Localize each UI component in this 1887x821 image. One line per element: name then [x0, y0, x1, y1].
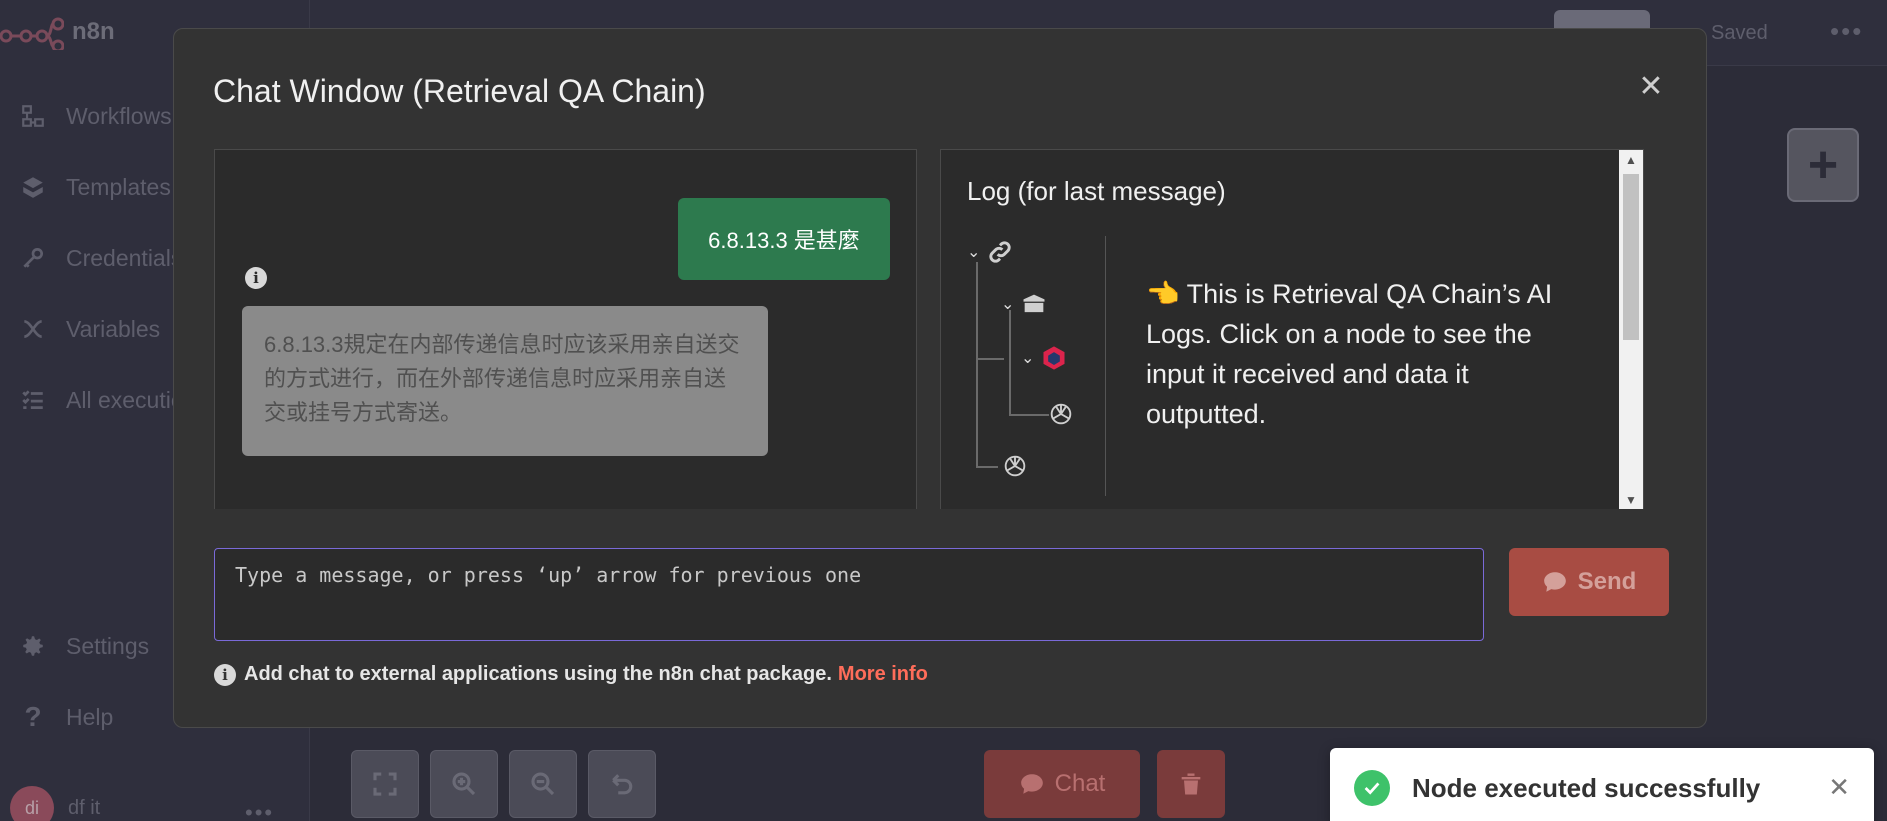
list-icon — [18, 385, 48, 415]
zoom-in-button[interactable] — [430, 750, 498, 818]
tree-line — [976, 262, 978, 468]
tree-line — [1009, 310, 1011, 414]
footer-text: Add chat to external applications using … — [244, 663, 832, 685]
tree-line — [976, 466, 998, 468]
user-message: 6.8.13.3 是甚麼 — [678, 198, 890, 280]
tree-line — [1009, 414, 1049, 416]
chat-messages-pane[interactable]: 6.8.13.3 是甚麼 i 6.8.13.3規定在内部传递信息时应该采用亲自送… — [214, 149, 917, 509]
more-info-link[interactable]: More info — [838, 663, 928, 686]
bot-message: 6.8.13.3規定在内部传递信息时应该采用亲自送交的方式进行，而在外部传递信息… — [242, 306, 768, 456]
n8n-logo-icon — [0, 17, 64, 50]
zoom-in-icon — [452, 772, 476, 796]
chat-package-note: i Add chat to external applications usin… — [214, 663, 928, 686]
trash-icon — [1181, 773, 1201, 795]
fullscreen-icon — [373, 772, 397, 796]
tree-line — [976, 358, 1004, 360]
reset-zoom-button[interactable] — [588, 750, 656, 818]
close-toast-icon[interactable]: ✕ — [1828, 772, 1850, 803]
box-icon — [1023, 294, 1045, 313]
chevron-down-icon: ⌄ — [1001, 296, 1015, 313]
scroll-down-icon[interactable]: ▼ — [1619, 490, 1643, 509]
tree-node-vector-store[interactable]: ⌄ — [1021, 344, 1068, 372]
sidebar-item-templates[interactable]: Templates — [18, 167, 171, 207]
saved-status: Saved — [1711, 22, 1768, 44]
sidebar-item-label: Credentials — [66, 244, 183, 271]
send-button[interactable]: Send — [1509, 548, 1669, 616]
message-input[interactable] — [214, 548, 1484, 641]
tree-node-qa-chain[interactable]: ⌄ — [967, 238, 1014, 266]
sidebar-item-workflows[interactable]: Workflows — [18, 96, 172, 136]
success-toast: Node executed successfully ✕ — [1330, 748, 1874, 821]
workflows-icon — [18, 101, 48, 131]
zoom-out-icon — [531, 772, 555, 796]
chat-icon — [1020, 774, 1043, 794]
sidebar-item-label: Settings — [66, 632, 150, 659]
modal-title: Chat Window (Retrieval QA Chain) — [213, 73, 706, 109]
zoom-out-button[interactable] — [509, 750, 577, 818]
close-icon[interactable]: ✕ — [1634, 69, 1668, 103]
info-icon[interactable]: i — [245, 267, 267, 289]
chat-icon — [1543, 572, 1566, 592]
sidebar-item-label: Workflows — [66, 102, 172, 129]
question-icon: ? — [24, 701, 42, 732]
sidebar-item-help[interactable]: ? Help — [18, 697, 113, 737]
open-chat-button[interactable]: Chat — [984, 750, 1140, 818]
sidebar-item-label: Variables — [66, 315, 161, 342]
tree-node-embeddings[interactable] — [1047, 400, 1075, 428]
more-icon[interactable]: ••• — [245, 800, 274, 821]
sidebar-item-label: Templates — [66, 173, 171, 200]
log-title: Log (for last message) — [967, 176, 1226, 206]
tree-node-chat-model[interactable] — [1001, 452, 1029, 480]
tree-node-retriever[interactable]: ⌄ — [1001, 290, 1048, 318]
sidebar-item-settings[interactable]: Settings — [18, 626, 149, 666]
key-icon — [18, 243, 48, 273]
gear-icon — [18, 631, 48, 661]
chat-window-modal: Chat Window (Retrieval QA Chain) ✕ 6.8.1… — [173, 28, 1707, 728]
log-pane[interactable]: Log (for last message) ⌄ ⌄ ⌄ 👈 This is R… — [940, 149, 1644, 509]
zoom-to-fit-button[interactable] — [351, 750, 419, 818]
qdrant-icon — [1043, 346, 1065, 370]
check-circle-icon — [1354, 770, 1390, 806]
add-node-button[interactable]: + — [1787, 128, 1859, 202]
link-icon — [989, 241, 1012, 263]
sidebar-item-variables[interactable]: Variables — [18, 309, 160, 349]
log-scrollbar[interactable]: ▲ ▼ — [1619, 150, 1643, 509]
sidebar-item-credentials[interactable]: Credentials — [18, 238, 182, 278]
n8n-logo[interactable]: n8n — [0, 14, 115, 50]
scrollbar-thumb[interactable] — [1623, 174, 1639, 340]
openai-icon — [1004, 455, 1026, 477]
chevron-down-icon: ⌄ — [967, 244, 981, 261]
log-hint-message: 👈 This is Retrieval QA Chain’s AI Logs. … — [1146, 279, 1553, 429]
user-profile[interactable]: di df it — [10, 786, 100, 821]
undo-icon — [612, 774, 633, 795]
log-divider — [1105, 236, 1106, 496]
more-options-icon[interactable]: ••• — [1830, 16, 1863, 47]
delete-button[interactable] — [1157, 750, 1225, 818]
variables-icon — [18, 314, 48, 344]
templates-icon — [18, 172, 48, 202]
toast-message: Node executed successfully — [1412, 772, 1761, 803]
scroll-up-icon[interactable]: ▲ — [1619, 150, 1643, 170]
app-name: n8n — [72, 18, 115, 45]
send-label: Send — [1577, 568, 1637, 595]
chat-button-label: Chat — [1054, 770, 1106, 797]
info-icon: i — [214, 663, 236, 686]
chevron-down-icon: ⌄ — [1021, 350, 1035, 367]
openai-icon — [1050, 403, 1072, 425]
user-name: df it — [68, 796, 101, 819]
avatar: di — [10, 786, 54, 821]
sidebar-item-label: Help — [66, 703, 114, 730]
